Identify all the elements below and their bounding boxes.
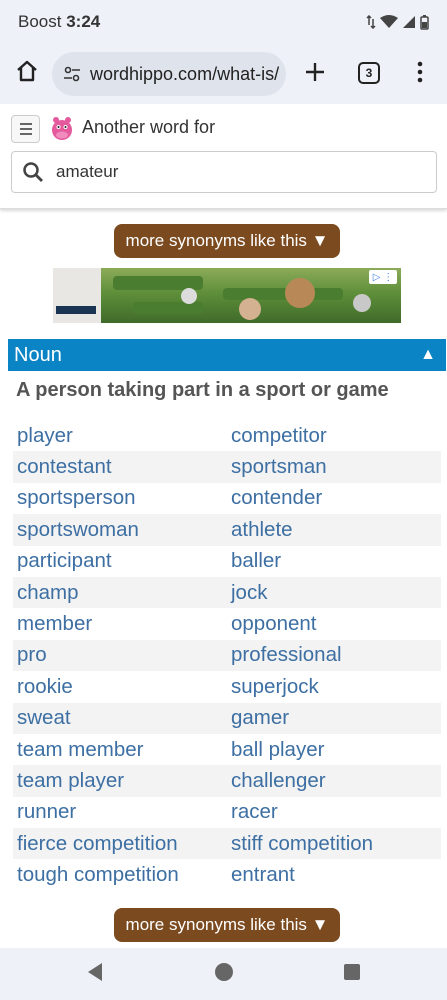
collapse-arrow-icon[interactable]: ▲ — [420, 346, 436, 364]
synonym-link[interactable]: jock — [227, 581, 441, 605]
more-synonyms-button-bottom[interactable]: more synonyms like this ▼ — [114, 908, 340, 942]
synonym-link[interactable]: contender — [227, 486, 441, 510]
synonym-link[interactable]: superjock — [227, 675, 441, 699]
back-icon[interactable] — [86, 962, 104, 982]
hippo-logo-icon[interactable] — [50, 115, 74, 141]
synonym-link[interactable]: sweat — [13, 706, 227, 730]
synonym-link[interactable]: contestant — [13, 455, 227, 479]
synonym-link[interactable]: stiff competition — [227, 832, 441, 856]
hamburger-line — [19, 128, 32, 130]
synonym-table: player competitor contestant sportsman spo… — [13, 420, 441, 891]
search-icon — [23, 162, 43, 182]
synonym-row: team player challenger — [13, 765, 441, 797]
synonym-row: contestant sportsman — [13, 451, 441, 483]
synonym-link[interactable]: professional — [227, 643, 441, 667]
synonym-link[interactable]: participant — [13, 549, 227, 573]
home-circle-icon[interactable] — [215, 963, 233, 981]
synonym-row: sportsperson contender — [13, 483, 441, 514]
synonym-row: participant baller — [13, 546, 441, 577]
signal-icon — [403, 16, 415, 28]
synonym-row: champ jock — [13, 576, 441, 609]
synonym-link[interactable]: challenger — [227, 769, 441, 793]
search-value: amateur — [56, 162, 119, 181]
data-transfer-icon — [366, 15, 376, 29]
carrier-name: Boost — [18, 12, 62, 31]
tab-switcher-button[interactable]: 3 — [358, 62, 380, 84]
synonym-link[interactable]: ball player — [227, 738, 441, 762]
address-bar[interactable]: wordhippo.com/what-is/ — [52, 52, 286, 96]
synonym-link[interactable]: member — [13, 612, 227, 636]
teddy-bear-image — [285, 278, 315, 308]
synonym-row: sportswoman athlete — [13, 514, 441, 546]
synonym-link[interactable]: sportsperson — [13, 486, 227, 510]
synonym-link[interactable]: champ — [13, 581, 227, 605]
system-navigation-bar — [0, 948, 447, 1000]
synonym-link[interactable]: athlete — [227, 518, 441, 542]
synonym-link[interactable]: racer — [227, 800, 441, 824]
hamburger-menu-button[interactable] — [11, 115, 40, 143]
synonym-link[interactable]: rookie — [13, 675, 227, 699]
synonym-link[interactable]: runner — [13, 800, 227, 824]
new-tab-icon[interactable] — [302, 59, 328, 85]
synonym-row: player competitor — [13, 420, 441, 451]
synonym-link[interactable]: sportswoman — [13, 518, 227, 542]
site-header: Another word for amateur — [0, 105, 447, 209]
part-of-speech-label: Noun — [14, 343, 62, 366]
status-left: Boost 3:24 — [18, 12, 100, 32]
ad-banner[interactable]: ▷ ⋮ — [53, 268, 401, 323]
header-title: Another word for — [82, 117, 216, 137]
synonym-row: pro professional — [13, 639, 441, 672]
synonym-row: sweat gamer — [13, 702, 441, 734]
synonym-row: runner racer — [13, 797, 441, 828]
ad-choices-icon[interactable]: ▷ ⋮ — [369, 270, 397, 284]
hamburger-line — [19, 123, 32, 125]
clock: 3:24 — [66, 12, 101, 31]
more-synonyms-button-top[interactable]: more synonyms like this ▼ — [114, 224, 340, 258]
recent-apps-icon[interactable] — [344, 964, 360, 980]
home-icon[interactable] — [14, 58, 40, 84]
ad-sidebar — [53, 268, 101, 323]
wifi-icon — [380, 15, 398, 28]
sense-title: A person taking part in a sport or game — [16, 379, 389, 401]
browser-toolbar: wordhippo.com/what-is/ 3 — [0, 44, 447, 104]
search-input[interactable]: amateur — [11, 151, 437, 193]
part-of-speech-header[interactable]: Noun ▲ — [8, 339, 446, 371]
url-text: wordhippo.com/what-is/ — [90, 63, 280, 84]
synonym-link[interactable]: player — [13, 424, 227, 448]
synonym-link[interactable]: fierce competition — [13, 832, 227, 856]
status-bar: Boost 3:24 — [0, 0, 447, 44]
battery-icon — [420, 14, 429, 30]
synonym-link[interactable]: baller — [227, 549, 441, 573]
synonym-row: tough competition entrant — [13, 859, 441, 890]
synonym-row: team member ball player — [13, 734, 441, 765]
synonym-row: rookie superjock — [13, 671, 441, 702]
site-settings-icon[interactable] — [62, 64, 82, 84]
synonym-link[interactable]: gamer — [227, 706, 441, 730]
synonym-row: fierce competition stiff competition — [13, 828, 441, 860]
synonym-row: member opponent — [13, 608, 441, 639]
synonym-link[interactable]: tough competition — [13, 863, 227, 887]
status-icons — [366, 14, 429, 30]
hamburger-line — [19, 133, 32, 135]
synonym-link[interactable]: pro — [13, 643, 227, 667]
synonym-link[interactable]: opponent — [227, 612, 441, 636]
synonym-link[interactable]: entrant — [227, 863, 441, 887]
overflow-menu-icon[interactable] — [410, 60, 430, 84]
synonym-link[interactable]: competitor — [227, 424, 441, 448]
synonym-link[interactable]: team member — [13, 738, 227, 762]
synonym-link[interactable]: team player — [13, 769, 227, 793]
synonym-link[interactable]: sportsman — [227, 455, 441, 479]
